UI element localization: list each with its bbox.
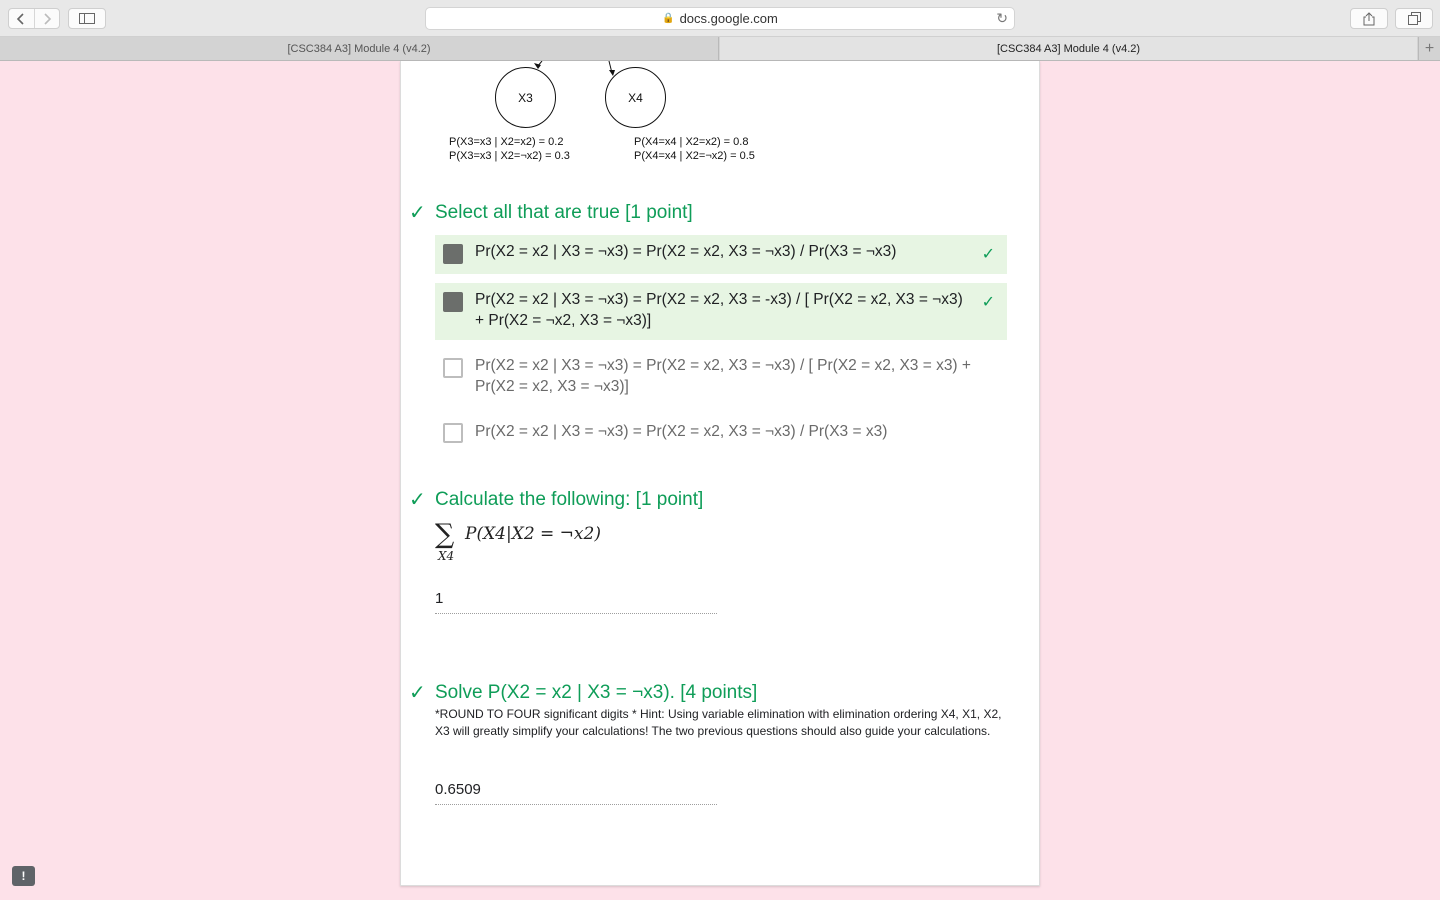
question-2-label: Calculate the following: [1 point] [435,488,704,510]
share-button[interactable] [1350,8,1388,29]
question-1-label: Select all that are true [1 point] [435,201,693,223]
option-2[interactable]: Pr(X2 = x2 | X3 = ¬x3) = Pr(X2 = x2, X3 … [435,283,1007,340]
checkbox-unchecked[interactable] [443,358,463,378]
reload-icon[interactable]: ↻ [996,10,1008,27]
checkbox-checked[interactable] [443,244,463,264]
summation-formula: ∑ X4 P(X4|X2 = ¬x2) [435,519,635,567]
plus-icon: + [1424,39,1435,57]
share-icon [1363,11,1375,25]
option-1-text: Pr(X2 = x2 | X3 = ¬x3) = Pr(X2 = x2, X3 … [475,243,897,260]
show-tabs-button[interactable] [1395,8,1433,29]
sigma-symbol: ∑ [435,519,455,550]
option-4[interactable]: Pr(X2 = x2 | X3 = ¬x3) = Pr(X2 = x2, X3 … [435,415,1007,449]
question-2-title: ✓ Calculate the following: [1 point] [409,487,703,512]
tabs-icon [1407,12,1421,25]
cpt-x4: P(X4=x4 | X2=x2) = 0.8 P(X4=x4 | X2=¬x2)… [634,135,755,163]
check-icon: ✓ [409,489,426,511]
navigation-buttons [8,8,60,29]
option-4-text: Pr(X2 = x2 | X3 = ¬x3) = Pr(X2 = x2, X3 … [475,423,888,440]
cpt-x4-line: P(X4=x4 | X2=x2) = 0.8 [634,136,749,148]
address-url: docs.google.com [679,11,778,26]
option-2-text: Pr(X2 = x2 | X3 = ¬x3) = Pr(X2 = x2, X3 … [475,291,963,329]
question-3-label: Solve P(X2 = x2 | X3 = ¬x3). [4 points] [435,681,758,703]
summation-subscript: X4 [438,549,455,563]
new-tab-button[interactable]: + [1418,37,1440,60]
back-icon[interactable] [9,9,34,28]
browser-toolbar: 🔒 docs.google.com ↻ [0,0,1440,37]
tab-bar: [CSC384 A3] Module 4 (v4.2) [CSC384 A3] … [0,37,1440,61]
answer-field-q2[interactable]: 1 [435,590,717,614]
option-3-text: Pr(X2 = x2 | X3 = ¬x3) = Pr(X2 = x2, X3 … [475,357,971,395]
checkbox-unchecked[interactable] [443,423,463,443]
cpt-x3: P(X3=x3 | X2=x2) = 0.2 P(X3=x3 | X2=¬x2)… [449,135,570,163]
check-icon: ✓ [409,682,426,704]
checkbox-checked[interactable] [443,292,463,312]
lock-icon: 🔒 [662,13,675,24]
check-icon: ✓ [981,294,995,311]
sidebar-toggle-button[interactable] [68,8,106,29]
question-3-description: *ROUND TO FOUR significant digits * Hint… [435,707,1002,738]
diagram-arrows [534,61,615,76]
question-3-title: ✓ Solve P(X2 = x2 | X3 = ¬x3). [4 points… [409,680,757,705]
node-x3: X3 [495,67,556,128]
answer-field-q3[interactable]: 0.6509 [435,781,717,805]
node-x4: X4 [605,67,666,128]
option-1[interactable]: Pr(X2 = x2 | X3 = ¬x3) = Pr(X2 = x2, X3 … [435,235,1007,274]
check-icon: ✓ [409,202,426,224]
option-3[interactable]: Pr(X2 = x2 | X3 = ¬x3) = Pr(X2 = x2, X3 … [435,349,1007,406]
address-bar[interactable]: 🔒 docs.google.com ↻ [425,7,1015,30]
form-card: X3 X4 P(X3=x3 | X2=x2) = 0.2 P(X3=x3 | X… [400,61,1040,886]
question-1-title: ✓ Select all that are true [1 point] [409,200,693,225]
check-icon: ✓ [981,246,995,263]
forward-icon[interactable] [33,9,59,28]
cpt-x4-line: P(X4=x4 | X2=¬x2) = 0.5 [634,150,755,162]
feedback-icon[interactable]: ! [12,866,35,886]
cpt-x3-line: P(X3=x3 | X2=x2) = 0.2 [449,136,564,148]
sidebar-icon [79,13,95,24]
tab-active[interactable]: [CSC384 A3] Module 4 (v4.2) [720,37,1417,60]
cpt-x3-line: P(X3=x3 | X2=¬x2) = 0.3 [449,150,570,162]
tab-inactive[interactable]: [CSC384 A3] Module 4 (v4.2) [0,37,719,60]
summation-expression: P(X4|X2 = ¬x2) [465,524,601,544]
